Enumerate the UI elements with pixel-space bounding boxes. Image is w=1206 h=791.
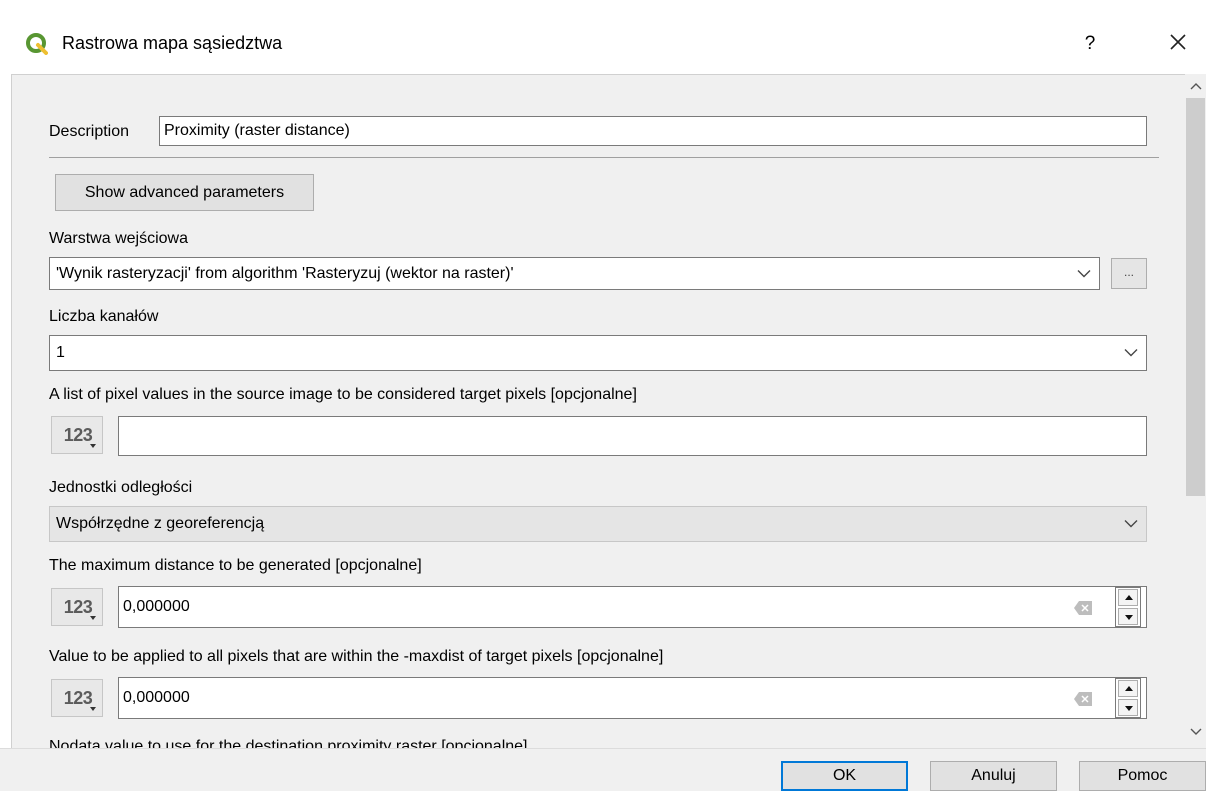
scroll-up-icon[interactable] — [1190, 82, 1202, 90]
browse-button[interactable]: ... — [1111, 258, 1147, 289]
divider — [49, 157, 1159, 158]
expression-button[interactable]: 123 — [51, 679, 103, 717]
scrollbar-thumb[interactable] — [1186, 98, 1205, 496]
dropdown-arrow-icon — [90, 707, 96, 711]
decrement-button[interactable] — [1118, 699, 1138, 716]
units-label: Jednostki odległości — [49, 479, 193, 496]
number-123-icon: 123 — [63, 688, 93, 708]
target-values-field[interactable] — [118, 416, 1147, 456]
max-distance-field[interactable]: 0,000000 — [118, 586, 1147, 628]
decrement-button[interactable] — [1118, 608, 1138, 625]
scroll-down-icon[interactable] — [1190, 728, 1202, 736]
clear-icon[interactable] — [1074, 601, 1092, 615]
expression-button[interactable]: 123 — [51, 588, 103, 626]
replace-value-field[interactable]: 0,000000 — [118, 677, 1147, 719]
input-layer-select[interactable]: 'Wynik rasteryzacji' from algorithm 'Ras… — [49, 257, 1100, 290]
max-distance-spinner[interactable] — [1115, 587, 1141, 627]
ok-button[interactable]: OK — [781, 761, 908, 791]
replace-label: Value to be applied to all pixels that a… — [49, 648, 664, 665]
units-value: Współrzędne z georeferencją — [56, 515, 265, 532]
chevron-down-icon — [1124, 520, 1138, 528]
chevron-down-icon — [1124, 349, 1138, 357]
arrow-up-icon — [1125, 595, 1133, 600]
input-layer-label: Warstwa wejściowa — [49, 230, 188, 247]
increment-button[interactable] — [1118, 680, 1138, 697]
vertical-scrollbar[interactable] — [1185, 74, 1206, 748]
help-button[interactable]: ? — [1072, 26, 1108, 62]
band-label: Liczba kanałów — [49, 308, 159, 325]
parameters-panel[interactable]: Description Proximity (raster distance) … — [11, 74, 1206, 748]
max-distance-label: The maximum distance to be generated [op… — [49, 557, 422, 574]
band-value: 1 — [56, 344, 65, 361]
clear-icon[interactable] — [1074, 692, 1092, 706]
dialog-title: Rastrowa mapa sąsiedztwa — [62, 33, 283, 53]
target-values-label: A list of pixel values in the source ima… — [49, 386, 637, 403]
number-123-icon: 123 — [63, 597, 93, 617]
replace-value-spinner[interactable] — [1115, 678, 1141, 718]
description-label: Description — [49, 123, 130, 140]
number-123-icon: 123 — [63, 425, 93, 445]
help-dialog-button[interactable]: Pomoc — [1079, 761, 1206, 791]
cancel-button[interactable]: Anuluj — [930, 761, 1057, 791]
band-select[interactable]: 1 — [49, 335, 1147, 371]
arrow-down-icon — [1125, 706, 1133, 711]
units-select[interactable]: Współrzędne z georeferencją — [49, 506, 1147, 542]
arrow-up-icon — [1125, 686, 1133, 691]
nodata-label: Nodata value to use for the destination … — [49, 738, 528, 748]
close-icon[interactable] — [1160, 24, 1196, 60]
show-advanced-parameters-button[interactable]: Show advanced parameters — [55, 174, 314, 211]
dropdown-arrow-icon — [90, 616, 96, 620]
description-field[interactable]: Proximity (raster distance) — [159, 116, 1147, 146]
qgis-logo-icon — [26, 33, 48, 55]
chevron-down-icon — [1077, 269, 1091, 277]
expression-button[interactable]: 123 — [51, 416, 103, 454]
input-layer-value: 'Wynik rasteryzacji' from algorithm 'Ras… — [56, 264, 514, 282]
arrow-down-icon — [1125, 615, 1133, 620]
dropdown-arrow-icon — [90, 444, 96, 448]
title-bar: Rastrowa mapa sąsiedztwa ? — [0, 0, 1206, 74]
increment-button[interactable] — [1118, 589, 1138, 606]
